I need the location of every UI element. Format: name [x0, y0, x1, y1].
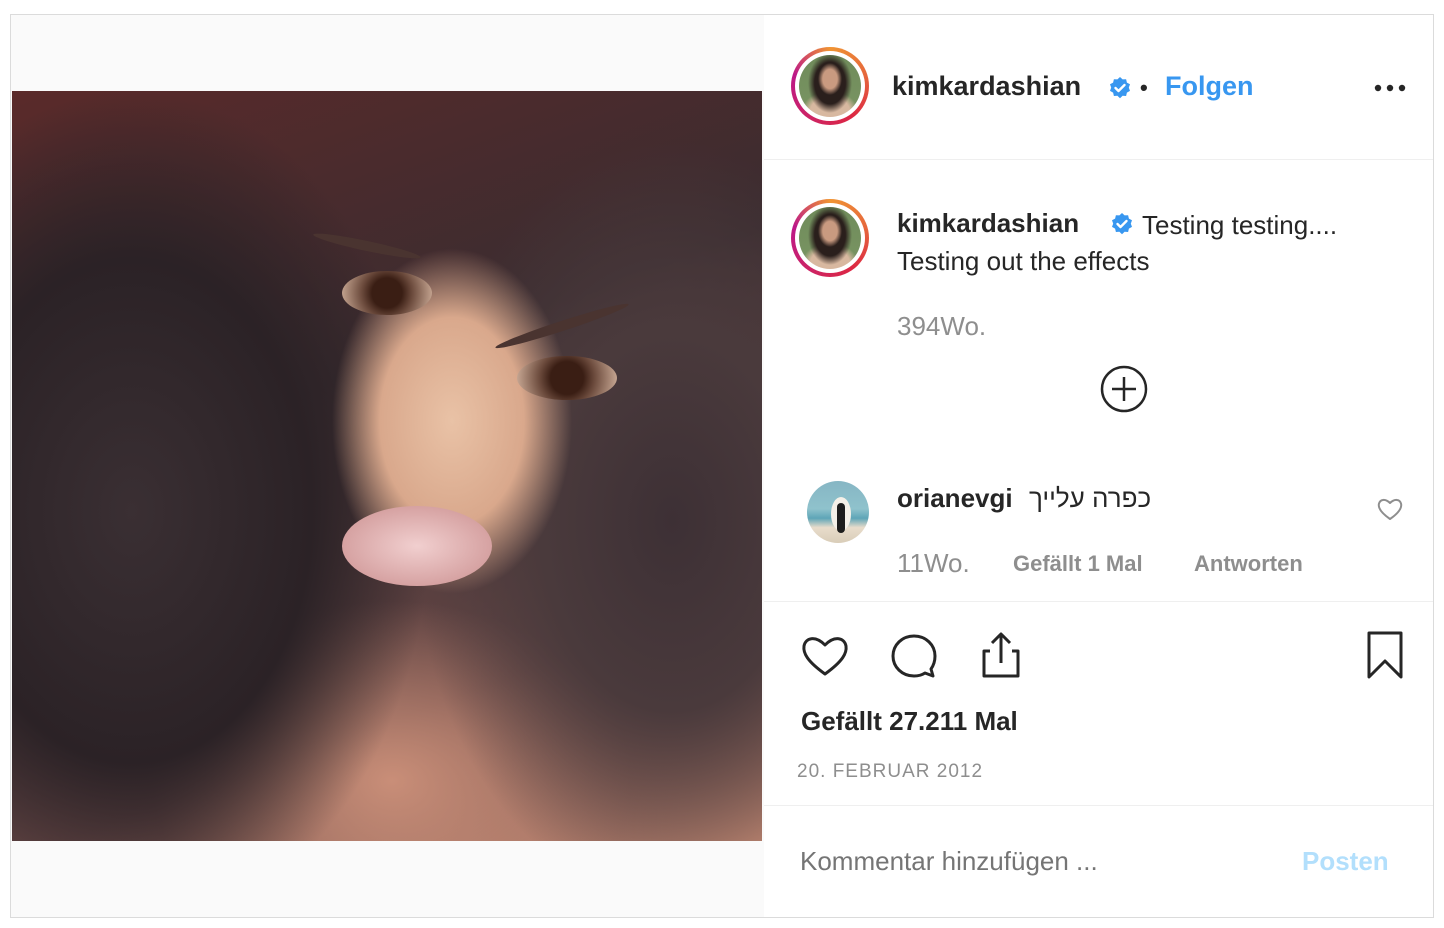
bookmark-icon[interactable]: [1359, 629, 1411, 681]
comment-text: כפרה עלייך: [1029, 483, 1152, 513]
commenter-avatar[interactable]: [807, 481, 869, 543]
plus-circle-icon[interactable]: [1100, 365, 1148, 413]
comment-icon[interactable]: [887, 629, 939, 681]
photo-eye-right: [517, 356, 617, 400]
share-icon[interactable]: [975, 629, 1027, 681]
author-avatar[interactable]: [791, 47, 869, 125]
caption-text: Testing testing.... Testing out the effe…: [897, 207, 1397, 279]
post-date: 20. FEBRUAR 2012: [797, 761, 984, 782]
heart-outline-icon[interactable]: [1376, 496, 1404, 522]
comment-username[interactable]: orianevgi: [897, 483, 1013, 514]
post-comment-button[interactable]: Posten: [1302, 846, 1389, 877]
photo-brow-right: [493, 299, 631, 353]
post-sidebar: kimkardashian • Folgen kimkardashian Tes…: [764, 15, 1433, 917]
caption-time[interactable]: 394Wo.: [897, 311, 986, 342]
avatar-image: [799, 207, 861, 269]
post-header: kimkardashian • Folgen: [764, 15, 1433, 160]
comment-bar: Posten: [764, 805, 1433, 917]
comment-likes[interactable]: Gefällt 1 Mal: [1013, 551, 1143, 577]
more-options-icon[interactable]: [1370, 78, 1410, 98]
caption-avatar[interactable]: [791, 199, 869, 277]
follow-button[interactable]: Folgen: [1165, 71, 1254, 102]
photo-brow-left: [312, 229, 422, 263]
actions-divider: [764, 601, 1433, 602]
comment-time[interactable]: 11Wo.: [897, 548, 970, 579]
header-separator: •: [1140, 75, 1148, 100]
post-card: kimkardashian • Folgen kimkardashian Tes…: [10, 14, 1434, 918]
avatar-image: [799, 55, 861, 117]
heart-icon[interactable]: [799, 629, 851, 681]
photo-eye-left: [342, 271, 432, 315]
author-username[interactable]: kimkardashian: [892, 71, 1081, 102]
post-media: [11, 15, 763, 917]
comment-input[interactable]: [800, 846, 1280, 877]
post-photo[interactable]: [12, 91, 762, 841]
photo-lips: [342, 506, 492, 586]
reply-button[interactable]: Antworten: [1194, 551, 1303, 577]
caption-body: Testing testing.... Testing out the effe…: [897, 210, 1338, 276]
verified-badge-icon: [1110, 77, 1130, 99]
likes-count[interactable]: Gefällt 27.211 Mal: [801, 706, 1018, 737]
